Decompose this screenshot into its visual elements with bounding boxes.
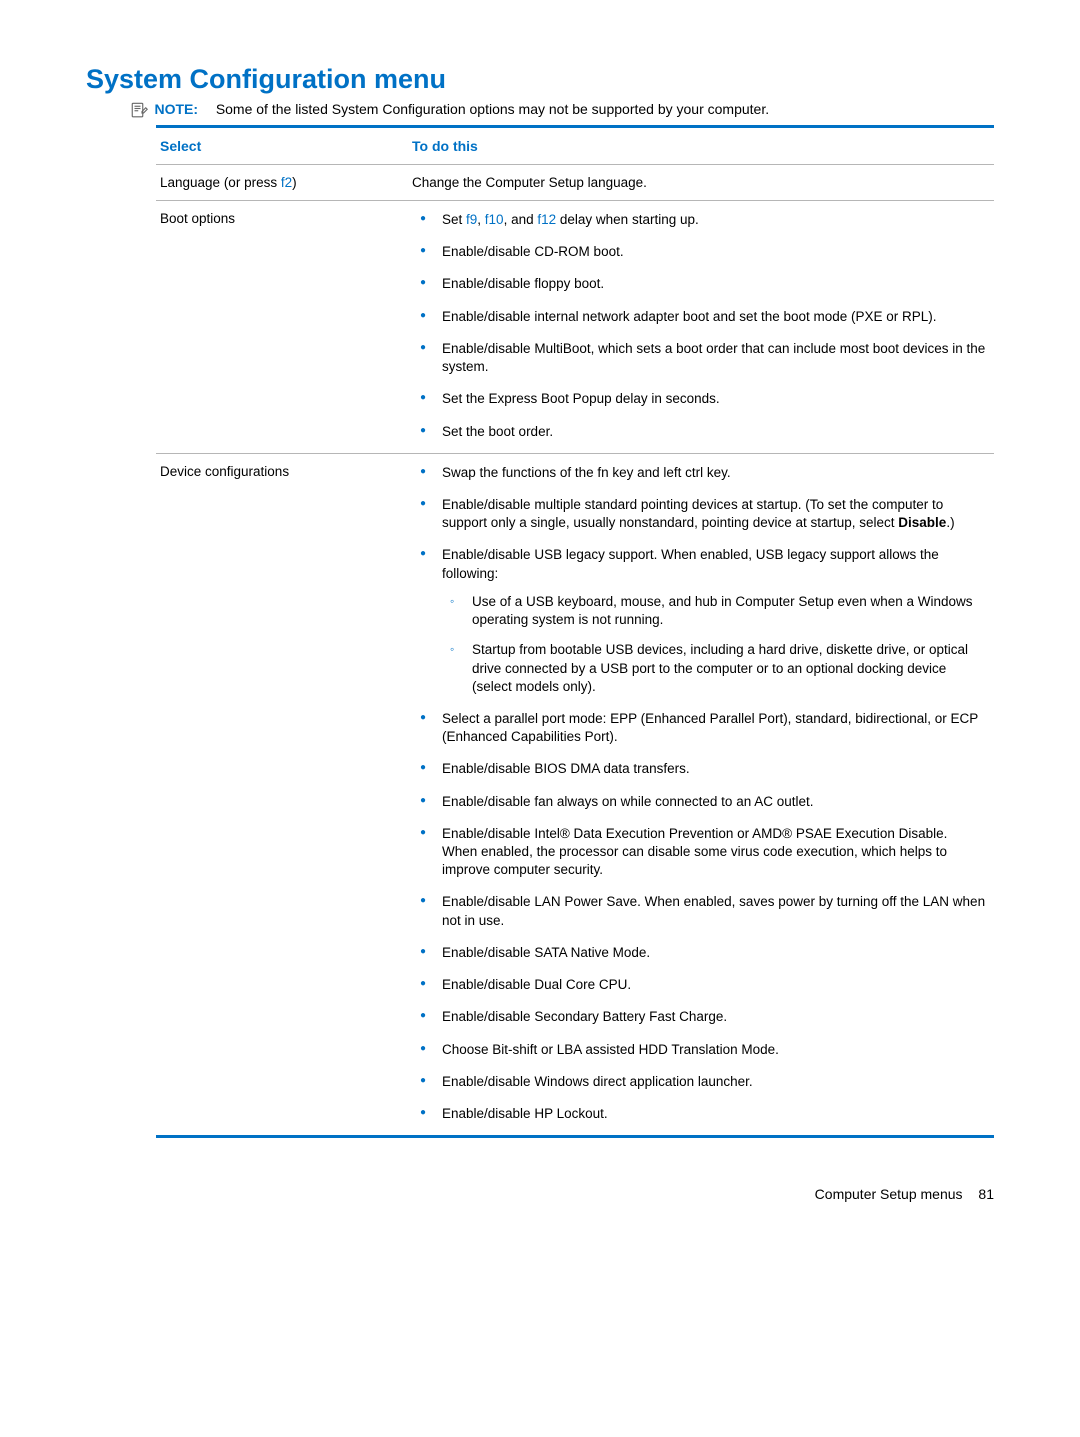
cell-select-boot: Boot options (156, 201, 408, 453)
config-table: Select To do this Language (or press f2)… (156, 125, 994, 1138)
list-item: Enable/disable fan always on while conne… (412, 793, 986, 811)
list-item: Set f9, f10, and f12 delay when starting… (412, 211, 986, 229)
list-item: Enable/disable HP Lockout. (412, 1105, 986, 1123)
disable-bold: Disable (898, 515, 946, 530)
list-item: Enable/disable Dual Core CPU. (412, 976, 986, 994)
table-row: Device configurations Swap the functions… (156, 454, 994, 1135)
table-row: Language (or press f2) Change the Comput… (156, 165, 994, 201)
list-item: Enable/disable Windows direct applicatio… (412, 1073, 986, 1091)
list-item: Enable/disable internal network adapter … (412, 308, 986, 326)
note-label: NOTE: (154, 101, 198, 117)
list-item: Enable/disable Intel® Data Execution Pre… (412, 825, 986, 880)
hotkey-f2: f2 (281, 175, 292, 190)
lang-suffix: ) (292, 175, 297, 190)
cell-todo-boot: Set f9, f10, and f12 delay when starting… (408, 201, 994, 453)
header-select: Select (156, 128, 408, 164)
list-item: Enable/disable LAN Power Save. When enab… (412, 893, 986, 929)
list-item: Enable/disable BIOS DMA data transfers. (412, 760, 986, 778)
footer-section: Computer Setup menus (815, 1186, 963, 1202)
header-todo: To do this (408, 128, 994, 164)
list-item: Enable/disable MultiBoot, which sets a b… (412, 340, 986, 376)
note-block: NOTE: Some of the listed System Configur… (130, 101, 994, 119)
page-title: System Configuration menu (86, 64, 994, 95)
list-item: Enable/disable floppy boot. (412, 275, 986, 293)
cell-select-language: Language (or press f2) (156, 165, 408, 200)
list-item: Select a parallel port mode: EPP (Enhanc… (412, 710, 986, 746)
hotkey-f10: f10 (485, 212, 504, 227)
hotkey-f12: f12 (537, 212, 556, 227)
table-header-row: Select To do this (156, 128, 994, 165)
list-item: Set the boot order. (412, 423, 986, 441)
note-icon (130, 101, 150, 119)
list-item: Enable/disable SATA Native Mode. (412, 944, 986, 962)
table-row: Boot options Set f9, f10, and f12 delay … (156, 201, 994, 454)
cell-todo-language: Change the Computer Setup language. (408, 165, 994, 200)
note-text: Some of the listed System Configuration … (216, 101, 769, 117)
list-item: Enable/disable multiple standard pointin… (412, 496, 986, 532)
footer-page-number: 81 (966, 1186, 994, 1202)
list-item: Enable/disable CD-ROM boot. (412, 243, 986, 261)
cell-todo-device: Swap the functions of the fn key and lef… (408, 454, 994, 1135)
sub-list-item: Startup from bootable USB devices, inclu… (442, 641, 986, 696)
hotkey-f9: f9 (466, 212, 477, 227)
boot-item-pre: Set (442, 212, 466, 227)
list-item: Choose Bit-shift or LBA assisted HDD Tra… (412, 1041, 986, 1059)
list-item: Enable/disable Secondary Battery Fast Ch… (412, 1008, 986, 1026)
list-item: Swap the functions of the fn key and lef… (412, 464, 986, 482)
list-item: Enable/disable USB legacy support. When … (412, 546, 986, 696)
list-item: Set the Express Boot Popup delay in seco… (412, 390, 986, 408)
lang-prefix: Language (or press (160, 175, 281, 190)
sub-list-item: Use of a USB keyboard, mouse, and hub in… (442, 593, 986, 629)
page-footer: Computer Setup menus 81 (156, 1138, 994, 1202)
cell-select-device: Device configurations (156, 454, 408, 1135)
